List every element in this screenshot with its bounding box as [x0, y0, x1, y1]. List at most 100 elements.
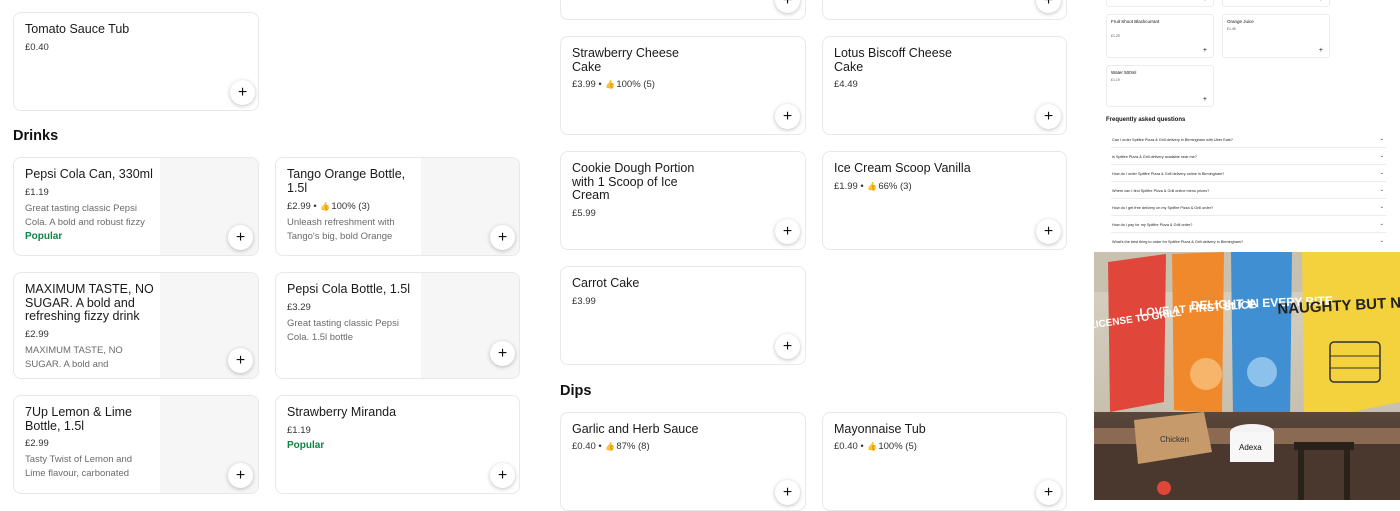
menu-item-card[interactable]: 7Up Lemon & Lime Bottle, 1.5l £2.99 Tast… [13, 395, 259, 494]
item-name: Strawberry Cheese Cake [572, 46, 679, 74]
faq-item[interactable]: Can I order Spitfire Pizza & Grill deliv… [1111, 131, 1386, 148]
item-price: £2.99 [25, 329, 49, 340]
item-name: Cookie Dough Portion with 1 Scoop of Ice… [572, 161, 695, 202]
mini-menu-card[interactable]: + [1106, 0, 1214, 7]
mini-item-name: Fruit Shoot Blackcurrant [1111, 19, 1160, 24]
mini-item-price: £1.29 [1111, 34, 1120, 38]
add-to-cart-button[interactable]: + [1036, 0, 1061, 13]
faq-item[interactable]: What's the best thing to order for Spitf… [1111, 233, 1386, 250]
add-to-cart-button[interactable]: + [490, 341, 515, 366]
menu-item-card[interactable]: Lotus Biscoff Cheese Cake £4.49 + [822, 36, 1067, 135]
item-price-rating: £3.99 • 👍100% (5) [572, 79, 655, 90]
chevron-down-icon: ⌄ [1379, 153, 1384, 159]
item-name: Mayonnaise Tub [834, 422, 926, 436]
mini-menu-card[interactable]: Orange Juice £1.49 + [1222, 14, 1330, 58]
add-to-cart-button[interactable]: + [228, 463, 253, 488]
add-to-cart-button[interactable]: + [775, 0, 800, 13]
faq-item[interactable]: How do I order Spitfire Pizza & Grill de… [1111, 165, 1386, 182]
faq-item[interactable]: Is Spitfire Pizza & Grill delivery avail… [1111, 148, 1386, 165]
item-description: Great tasting classic Pepsi Cola. A bold… [25, 203, 145, 228]
menu-item-card[interactable]: Tomato Sauce Tub £0.40 + [13, 12, 259, 111]
plus-icon: + [782, 222, 793, 240]
thumbs-up-icon: 👍 [320, 202, 331, 211]
item-name: Lotus Biscoff Cheese Cake [834, 46, 952, 74]
plus-icon: + [497, 466, 508, 484]
add-to-cart-button[interactable]: + [1036, 219, 1061, 244]
add-to-cart-button[interactable]: + [775, 219, 800, 244]
faq-item[interactable]: How do I get free delivery on my Spitfir… [1111, 199, 1386, 216]
add-to-cart-button[interactable]: + [775, 104, 800, 129]
menu-item-card[interactable]: Cookie Dough Portion with 1 Scoop of Ice… [560, 151, 806, 250]
item-name: Ice Cream Scoop Vanilla [834, 161, 971, 175]
menu-item-card[interactable]: Strawberry Miranda £1.19 Popular + [275, 395, 520, 494]
plus-icon: + [782, 483, 793, 501]
item-price-rating: £0.40 • 👍100% (5) [834, 441, 917, 452]
item-price: £2.99 [287, 201, 311, 212]
item-name: Strawberry Miranda [287, 405, 397, 419]
add-to-cart-button[interactable]: + [230, 80, 255, 105]
menu-item-card[interactable]: Pepsi Cola Bottle, 1.5l £3.29 Great tast… [275, 272, 520, 379]
plus-icon[interactable]: + [1203, 96, 1207, 103]
item-price: £3.29 [287, 302, 311, 313]
menu-item-card[interactable]: Tango Orange Bottle, 1.5l £2.99 • 👍100% … [275, 157, 520, 256]
item-price: £1.19 [25, 187, 49, 198]
add-to-cart-button[interactable]: + [490, 463, 515, 488]
plus-icon: + [1043, 222, 1054, 240]
plus-icon[interactable]: + [1203, 47, 1207, 54]
menu-item-card[interactable]: + [822, 0, 1067, 20]
add-to-cart-button[interactable]: + [775, 334, 800, 359]
restaurant-photo: LICENSE TO GRILL LOVE AT FIRST SLICE DEL… [1094, 252, 1400, 500]
item-price-rating: £2.99 • 👍100% (3) [287, 201, 370, 212]
item-description: Unleash refreshment with Tango's big, bo… [287, 217, 395, 242]
plus-icon: + [782, 0, 793, 9]
add-to-cart-button[interactable]: + [1036, 104, 1061, 129]
item-rating: 100% (5) [616, 79, 655, 90]
section-title-drinks: Drinks [13, 128, 59, 144]
faq-item[interactable]: How do I pay for my Spitfire Pizza & Gri… [1111, 216, 1386, 233]
add-to-cart-button[interactable]: + [775, 480, 800, 505]
plus-icon: + [497, 228, 508, 246]
mini-item-name: Orange Juice [1227, 19, 1254, 24]
menu-item-card[interactable]: Pepsi Cola Can, 330ml £1.19 Great tastin… [13, 157, 259, 256]
chevron-down-icon: ⌄ [1379, 221, 1384, 227]
chevron-down-icon: ⌄ [1379, 187, 1384, 193]
faq-title: Frequently asked questions [1106, 117, 1186, 123]
item-price: £3.99 [572, 296, 596, 307]
photo-box-label: Chicken [1160, 435, 1189, 444]
menu-item-card[interactable]: Mayonnaise Tub £0.40 • 👍100% (5) + [822, 412, 1067, 511]
thumbs-up-icon: 👍 [867, 182, 878, 191]
item-rating: 100% (3) [331, 201, 370, 212]
add-to-cart-button[interactable]: + [228, 348, 253, 373]
item-name: Tango Orange Bottle, 1.5l [287, 167, 406, 195]
plus-icon: + [235, 466, 246, 484]
menu-item-card[interactable]: MAXIMUM TASTE, NO SUGAR. A bold and refr… [13, 272, 259, 379]
item-price-rating: £0.40 • 👍87% (8) [572, 441, 650, 452]
mini-item-name: Water 500ml [1111, 70, 1137, 75]
menu-item-card[interactable]: + [560, 0, 806, 20]
plus-icon[interactable]: + [1319, 47, 1323, 54]
menu-item-card[interactable]: Strawberry Cheese Cake £3.99 • 👍100% (5)… [560, 36, 806, 135]
plus-icon[interactable]: + [1203, 0, 1207, 3]
item-name: Carrot Cake [572, 276, 640, 290]
menu-item-card[interactable]: Ice Cream Scoop Vanilla £1.99 • 👍66% (3)… [822, 151, 1067, 250]
add-to-cart-button[interactable]: + [228, 225, 253, 250]
mini-menu-card[interactable]: Water 500ml £1.19 + [1106, 65, 1214, 107]
menu-item-card[interactable]: Garlic and Herb Sauce £0.40 • 👍87% (8) + [560, 412, 806, 511]
mini-item-price: £1.19 [1111, 78, 1120, 82]
chevron-down-icon: ⌄ [1379, 136, 1384, 142]
item-description: Great tasting classic Pepsi Cola. 1.5l b… [287, 318, 399, 343]
item-price: £0.40 [25, 42, 49, 53]
item-price: £4.49 [834, 79, 858, 90]
menu-item-card[interactable]: Carrot Cake £3.99 + [560, 266, 806, 365]
plus-icon: + [782, 107, 793, 125]
item-price: £5.99 [572, 208, 596, 219]
faq-item[interactable]: Where can I find Spitfire Pizza & Grill … [1111, 182, 1386, 199]
mini-menu-card[interactable]: Fruit Shoot Blackcurrant £1.29 + [1106, 14, 1214, 58]
add-to-cart-button[interactable]: + [1036, 480, 1061, 505]
add-to-cart-button[interactable]: + [490, 225, 515, 250]
mini-menu-card[interactable]: + [1222, 0, 1330, 7]
photo-bucket-label: Adexa [1239, 443, 1262, 452]
plus-icon[interactable]: + [1319, 0, 1323, 3]
plus-icon: + [1043, 107, 1054, 125]
plus-icon: + [497, 344, 508, 362]
